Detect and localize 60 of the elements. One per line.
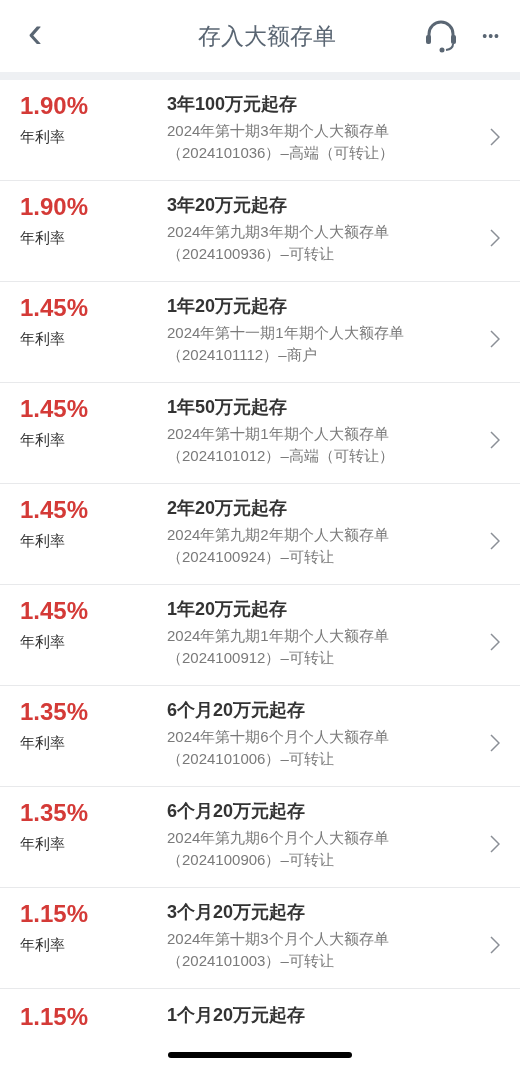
product-description: 2024年第十期1年期个人大额存单 <box>167 424 389 444</box>
interest-rate: 1.45% <box>20 294 89 322</box>
product-description: （2024100912）–可转让 <box>167 648 334 668</box>
product-title: 3个月20万元起存 <box>167 901 306 924</box>
back-button[interactable]: ‹ <box>20 10 50 54</box>
product-description: （2024101003）–可转让 <box>167 951 334 971</box>
rate-label: 年利率 <box>20 127 65 147</box>
product-description: 2024年第十期6个月个人大额存单 <box>167 727 389 747</box>
rate-label: 年利率 <box>20 834 65 854</box>
interest-rate: 1.15% <box>20 1003 89 1025</box>
rate-label: 年利率 <box>20 531 65 551</box>
chevron-right-icon <box>490 734 500 752</box>
product-description: 2024年第九期1年期个人大额存单 <box>167 626 389 646</box>
interest-rate: 1.45% <box>20 597 89 625</box>
rate-label: 年利率 <box>20 632 65 652</box>
product-description: （2024100924）–可转让 <box>167 547 334 567</box>
chevron-right-icon <box>490 835 500 853</box>
product-description: （2024101012）–高端（可转让） <box>167 446 394 466</box>
interest-rate: 1.35% <box>20 799 89 827</box>
interest-rate: 1.90% <box>20 92 89 120</box>
chevron-right-icon <box>490 633 500 651</box>
interest-rate: 1.15% <box>20 900 89 928</box>
interest-rate: 1.90% <box>20 193 89 221</box>
product-description: （2024101112）–商户 <box>167 345 317 365</box>
product-title: 2年20万元起存 <box>167 497 288 520</box>
product-description: 2024年第九期2年期个人大额存单 <box>167 525 389 545</box>
product-description: 2024年第十期3个月个人大额存单 <box>167 929 389 949</box>
chevron-right-icon <box>490 229 500 247</box>
interest-rate: 1.35% <box>20 698 89 726</box>
product-description: 2024年第十一期1年期个人大额存单 <box>167 323 404 343</box>
product-description: （2024101036）–高端（可转让） <box>167 143 394 163</box>
more-button[interactable]: ••• <box>482 25 500 47</box>
product-title: 6个月20万元起存 <box>167 800 306 823</box>
product-title: 1个月20万元起存 <box>167 1004 306 1025</box>
product-title: 1年20万元起存 <box>167 295 288 318</box>
product-title: 1年20万元起存 <box>167 598 288 621</box>
product-description: 2024年第九期6个月个人大额存单 <box>167 828 389 848</box>
product-description: （2024101006）–可转让 <box>167 749 334 769</box>
product-title: 1年50万元起存 <box>167 396 288 419</box>
chevron-right-icon <box>490 128 500 146</box>
product-title: 3年20万元起存 <box>167 194 288 217</box>
rate-label: 年利率 <box>20 329 65 349</box>
page-title: 存入大额存单 <box>197 21 338 51</box>
chevron-right-icon <box>490 532 500 550</box>
interest-rate: 1.45% <box>20 496 89 524</box>
chevron-right-icon <box>490 431 500 449</box>
product-title: 6个月20万元起存 <box>167 699 306 722</box>
product-description: （2024100936）–可转让 <box>167 244 334 264</box>
product-description: 2024年第九期3年期个人大额存单 <box>167 222 389 242</box>
product-title: 3年100万元起存 <box>167 93 298 116</box>
rate-label: 年利率 <box>20 228 65 248</box>
product-description: 2024年第十期3年期个人大额存单 <box>167 121 389 141</box>
headset-icon[interactable] <box>424 19 459 53</box>
rate-label: 年利率 <box>20 935 65 955</box>
interest-rate: 1.45% <box>20 395 89 423</box>
rate-label: 年利率 <box>20 733 65 753</box>
rate-label: 年利率 <box>20 430 65 450</box>
product-description: （2024100906）–可转让 <box>167 850 334 870</box>
chevron-right-icon <box>490 330 500 348</box>
chevron-right-icon <box>490 936 500 954</box>
